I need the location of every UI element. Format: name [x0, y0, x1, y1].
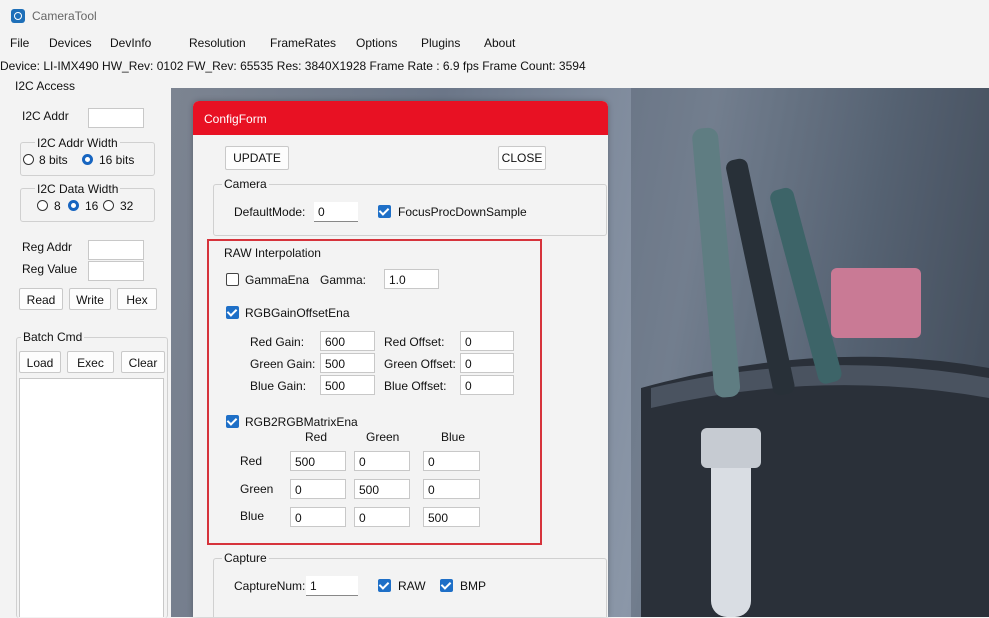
radio-8bits-label: 8 bits — [39, 153, 68, 167]
raw-interpolation-title: RAW Interpolation — [222, 246, 323, 260]
radio-data-8[interactable] — [37, 200, 48, 211]
radio-data-32-label: 32 — [120, 199, 134, 213]
reg-addr-input[interactable] — [88, 240, 144, 260]
focus-proc-checkbox[interactable] — [378, 205, 391, 218]
matrix-col-green: Green — [366, 430, 400, 444]
radio-16bits[interactable] — [82, 154, 93, 165]
rgb2rgb-matrix-checkbox[interactable] — [226, 415, 239, 428]
camera-group-title: Camera — [222, 177, 269, 191]
reg-value-label: Reg Value — [22, 262, 78, 276]
green-offset-label: Green Offset: — [384, 357, 456, 371]
clear-button[interactable]: Clear — [121, 351, 165, 373]
config-form-titlebar: ConfigForm — [193, 101, 608, 135]
capture-num-label: CaptureNum: — [234, 579, 306, 593]
device-info-bar: Device: LI-IMX490 HW_Rev: 0102 FW_Rev: 6… — [0, 59, 586, 73]
menu-framerates[interactable]: FrameRates — [270, 36, 336, 50]
menu-bar: File Devices DevInfo Resolution FrameRat… — [0, 32, 989, 54]
i2c-access-title: I2C Access — [13, 79, 78, 93]
title-bar: CameraTool — [0, 0, 989, 30]
radio-data-16-label: 16 — [85, 199, 99, 213]
rgb2rgb-matrix-label: RGB2RGBMatrixEna — [245, 415, 358, 429]
blue-offset-input[interactable]: 0 — [460, 375, 514, 395]
i2c-data-width-title: I2C Data Width — [35, 182, 121, 196]
capture-group-title: Capture — [222, 551, 269, 565]
matrix-cell[interactable]: 500 — [423, 507, 480, 527]
matrix-col-red: Red — [305, 430, 328, 444]
blue-gain-label: Blue Gain: — [250, 379, 307, 393]
menu-devinfo[interactable]: DevInfo — [110, 36, 151, 50]
menu-options[interactable]: Options — [356, 36, 397, 50]
radio-data-16[interactable] — [68, 200, 79, 211]
menu-plugins[interactable]: Plugins — [421, 36, 460, 50]
read-button[interactable]: Read — [19, 288, 63, 310]
green-offset-input[interactable]: 0 — [460, 353, 514, 373]
close-button[interactable]: CLOSE — [498, 146, 546, 170]
i2c-addr-width-title: I2C Addr Width — [35, 136, 120, 150]
rgb-gain-offset-checkbox[interactable] — [226, 306, 239, 319]
matrix-cell[interactable]: 500 — [290, 451, 346, 471]
reg-value-input[interactable] — [88, 261, 144, 281]
red-gain-label: Red Gain: — [250, 335, 305, 349]
gamma-ena-checkbox[interactable] — [226, 273, 239, 286]
raw-checkbox[interactable] — [378, 579, 391, 592]
gamma-label: Gamma: — [320, 273, 367, 287]
green-gain-input[interactable]: 500 — [320, 353, 375, 373]
app-title: CameraTool — [32, 9, 97, 23]
load-button[interactable]: Load — [19, 351, 61, 373]
green-gain-label: Green Gain: — [250, 357, 316, 371]
matrix-cell[interactable]: 500 — [354, 479, 410, 499]
raw-interpolation-group: RAW Interpolation — [213, 246, 607, 545]
matrix-cell[interactable]: 0 — [423, 451, 480, 471]
rgb-gain-offset-label: RGBGainOffsetEna — [245, 306, 350, 320]
matrix-cell[interactable]: 0 — [290, 479, 346, 499]
menu-about[interactable]: About — [484, 36, 515, 50]
menu-file[interactable]: File — [10, 36, 29, 50]
red-offset-label: Red Offset: — [384, 335, 445, 349]
config-form-title: ConfigForm — [204, 112, 267, 126]
menu-devices[interactable]: Devices — [49, 36, 92, 50]
matrix-cell[interactable]: 0 — [354, 451, 410, 471]
config-form-window: ConfigForm UPDATE CLOSE Camera DefaultMo… — [193, 101, 608, 617]
menu-resolution[interactable]: Resolution — [189, 36, 246, 50]
focus-proc-label: FocusProcDownSample — [398, 205, 527, 219]
matrix-row-red: Red — [240, 454, 263, 468]
matrix-row-blue: Blue — [240, 509, 265, 523]
raw-label: RAW — [398, 579, 426, 593]
matrix-cell[interactable]: 0 — [423, 479, 480, 499]
radio-data-32[interactable] — [103, 200, 114, 211]
blue-offset-label: Blue Offset: — [384, 379, 447, 393]
batch-cmd-title: Batch Cmd — [21, 330, 85, 344]
gamma-ena-label: GammaEna — [245, 273, 310, 287]
update-button[interactable]: UPDATE — [225, 146, 289, 170]
i2c-addr-input[interactable] — [88, 108, 144, 128]
hex-button[interactable]: Hex — [117, 288, 157, 310]
i2c-addr-label: I2C Addr — [22, 109, 69, 123]
default-mode-label: DefaultMode: — [234, 205, 306, 219]
radio-8bits[interactable] — [23, 154, 34, 165]
bmp-label: BMP — [460, 579, 487, 593]
radio-data-8-label: 8 — [54, 199, 61, 213]
radio-16bits-label: 16 bits — [99, 153, 135, 167]
matrix-row-green: Green — [240, 482, 274, 496]
gamma-input[interactable]: 1.0 — [384, 269, 439, 289]
red-gain-input[interactable]: 600 — [320, 331, 375, 351]
batch-cmd-textarea[interactable] — [19, 378, 164, 617]
reg-addr-label: Reg Addr — [22, 240, 73, 254]
exec-button[interactable]: Exec — [67, 351, 114, 373]
matrix-cell[interactable]: 0 — [290, 507, 346, 527]
write-button[interactable]: Write — [69, 288, 111, 310]
matrix-cell[interactable]: 0 — [354, 507, 410, 527]
blue-gain-input[interactable]: 500 — [320, 375, 375, 395]
matrix-col-blue: Blue — [441, 430, 466, 444]
camera-app-icon — [11, 9, 25, 23]
default-mode-input[interactable]: 0 — [314, 202, 358, 222]
capture-num-input[interactable]: 1 — [306, 576, 358, 596]
bmp-checkbox[interactable] — [440, 579, 453, 592]
red-offset-input[interactable]: 0 — [460, 331, 514, 351]
